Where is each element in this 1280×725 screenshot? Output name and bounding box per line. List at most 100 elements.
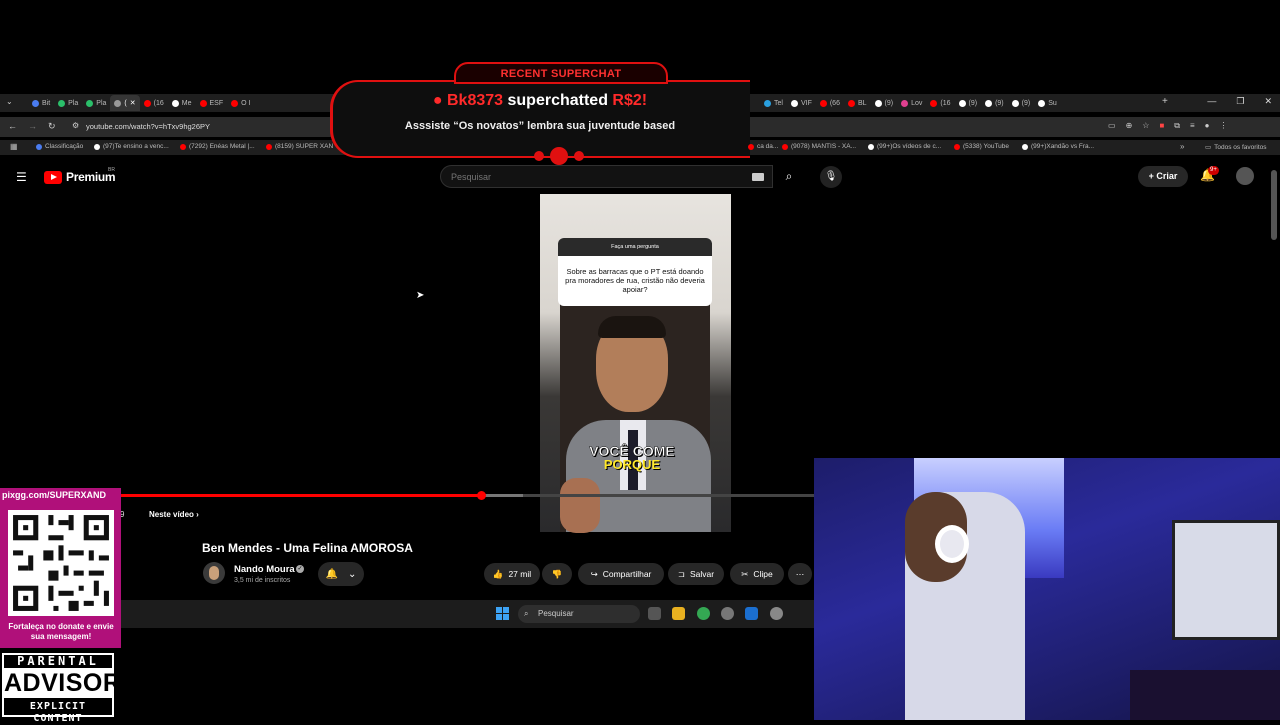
hamburger-menu-icon[interactable]: ☰	[16, 170, 28, 184]
save-button[interactable]: ⊐ Salvar	[668, 563, 724, 585]
channel-avatar[interactable]	[203, 562, 225, 584]
tab-label: (9)	[995, 99, 1004, 107]
windows-start-icon[interactable]	[496, 607, 509, 620]
question-sticker-header: Faça uma pergunta	[558, 238, 712, 256]
reload-icon[interactable]: ↻	[48, 121, 56, 132]
right-tab-9[interactable]: (9)	[1008, 95, 1035, 111]
bookmark-item[interactable]: (7292) Enéas Metal |...	[180, 143, 255, 150]
scissors-icon: ✂	[741, 568, 749, 579]
right-tab-2[interactable]: (66	[816, 95, 844, 111]
all-favorites-folder[interactable]: ▭ Todos os favoritos	[1205, 143, 1267, 152]
task-view-icon[interactable]	[648, 607, 661, 620]
left-tab-6[interactable]: ESF	[196, 95, 228, 111]
cast-icon[interactable]: ▭	[1108, 121, 1116, 131]
close-icon[interactable]: ✕	[1264, 96, 1272, 107]
taskbar-search[interactable]: ⌕ Pesquisar	[518, 605, 640, 623]
bookmark-favicon-icon	[748, 143, 754, 150]
bookmark-label: ca da...	[757, 143, 779, 150]
tab-favicon-icon	[143, 99, 151, 107]
tab-label: Me	[181, 99, 192, 107]
settings-icon[interactable]	[770, 607, 783, 620]
bookmark-item[interactable]: (97)Te ensino a venc...	[94, 143, 169, 150]
bookmark-item[interactable]: (8159) SUPER XAN	[266, 143, 333, 150]
bookmark-item[interactable]: ca da...	[748, 143, 778, 150]
right-tab-6[interactable]: (16	[926, 95, 954, 111]
webcam-keyboard	[1130, 670, 1280, 720]
profile-icon[interactable]: ●	[1205, 121, 1210, 131]
account-avatar[interactable]	[1236, 167, 1254, 185]
right-tab-4[interactable]: (9)	[871, 95, 898, 111]
left-tab-7[interactable]: O I	[227, 95, 254, 111]
superchat-action: superchatted	[503, 92, 613, 109]
right-tab-3[interactable]: BL	[844, 95, 871, 111]
taskbar-search-label: Pesquisar	[538, 609, 574, 618]
left-tab-5[interactable]: Me	[168, 95, 196, 111]
left-tab-2[interactable]: Pla	[82, 95, 110, 111]
zoom-icon[interactable]: ⊕	[1126, 121, 1133, 131]
qr-code	[8, 510, 114, 616]
bookmark-item[interactable]: (99+)Xandão vs Fra...	[1022, 143, 1094, 150]
notification-badge: 9+	[1208, 166, 1219, 175]
maximize-icon[interactable]: ❐	[1236, 96, 1244, 107]
tab-label: (	[124, 99, 127, 107]
right-tab-0[interactable]: Tel	[760, 95, 787, 111]
share-button[interactable]: ↪ Compartilhar	[578, 563, 664, 585]
file-explorer-icon[interactable]	[672, 607, 685, 620]
left-tab-4[interactable]: (16	[140, 95, 168, 111]
apps-grid-icon[interactable]: ▦	[10, 142, 18, 151]
keyboard-icon[interactable]	[752, 173, 764, 181]
clip-button[interactable]: ✂ Clipe	[730, 563, 784, 585]
progress-played	[120, 494, 481, 497]
back-icon[interactable]: ←	[8, 121, 17, 131]
left-tab-3[interactable]: (✕	[110, 95, 140, 111]
tab-search-list-icon[interactable]: ≡	[1190, 121, 1195, 131]
tab-search-icon[interactable]: ⌄	[6, 97, 13, 106]
right-tab-8[interactable]: (9)	[981, 95, 1008, 111]
youtube-logo[interactable]: Premium	[44, 170, 116, 184]
windows-taskbar	[0, 600, 814, 628]
bookmark-star-icon[interactable]: ☆	[1142, 121, 1149, 131]
create-button[interactable]: + Criar	[1138, 166, 1188, 187]
left-tab-0[interactable]: Bit	[28, 95, 54, 111]
subscription-bell-button[interactable]: 🔔 ⌄	[318, 562, 364, 586]
right-tab-7[interactable]: (9)	[955, 95, 982, 111]
microphone-icon[interactable]: 🎙	[820, 166, 842, 188]
tab-close-icon[interactable]: ✕	[130, 99, 136, 107]
bookmark-item[interactable]: (99+)Os vídeos de c...	[868, 143, 941, 150]
url-field[interactable]: youtube.com/watch?v=hTxv9hg26PY	[86, 122, 210, 131]
extension-red-icon[interactable]: ■	[1159, 121, 1164, 131]
dislike-button[interactable]: 👎	[542, 563, 572, 585]
more-actions-button[interactable]: ⋯	[788, 563, 812, 585]
search-icon[interactable]: ⌕	[775, 165, 803, 188]
chrome-icon[interactable]	[697, 607, 710, 620]
bookmark-item[interactable]: (5338) YouTube	[954, 143, 1009, 150]
progress-scrubber[interactable]	[476, 491, 486, 500]
search-input[interactable]	[451, 172, 731, 182]
page-scrollbar[interactable]	[1271, 170, 1277, 240]
extensions-icon[interactable]: ⧉	[1174, 121, 1180, 131]
bookmark-favicon-icon	[868, 143, 874, 150]
tab-favicon-icon	[790, 99, 798, 107]
like-button[interactable]: 👍 27 mil	[484, 563, 540, 585]
minimize-icon[interactable]: —	[1207, 96, 1216, 107]
right-tab-5[interactable]: Lov	[897, 95, 926, 111]
superchat-user: ● Bk8373	[432, 92, 504, 109]
bookmarks-overflow-icon[interactable]: »	[1180, 142, 1184, 151]
steam-icon[interactable]	[745, 607, 758, 620]
tab-favicon-icon	[764, 99, 771, 107]
new-tab-button[interactable]: +	[1162, 96, 1168, 107]
chapters-button[interactable]: Neste vídeo ›	[149, 510, 199, 519]
advisory-mid-text: ADVISORY	[4, 668, 138, 698]
left-tab-1[interactable]: Pla	[54, 95, 82, 111]
site-info-icon[interactable]: ⚙	[72, 121, 79, 130]
bookmark-item[interactable]: (9078) MANTIS - XA...	[782, 143, 856, 150]
right-tab-1[interactable]: VIF	[787, 95, 816, 111]
browser-menu-icon[interactable]: ⋮	[1220, 121, 1228, 131]
video-title: Ben Mendes - Uma Felina AMOROSA	[202, 541, 413, 555]
channel-name[interactable]: Nando Moura	[234, 564, 295, 575]
right-tab-10[interactable]: Su	[1034, 95, 1061, 111]
app-icon[interactable]	[721, 607, 734, 620]
forward-icon[interactable]: →	[28, 121, 37, 131]
tab-favicon-icon	[199, 99, 207, 107]
bookmark-item[interactable]: Classificação	[36, 143, 83, 150]
